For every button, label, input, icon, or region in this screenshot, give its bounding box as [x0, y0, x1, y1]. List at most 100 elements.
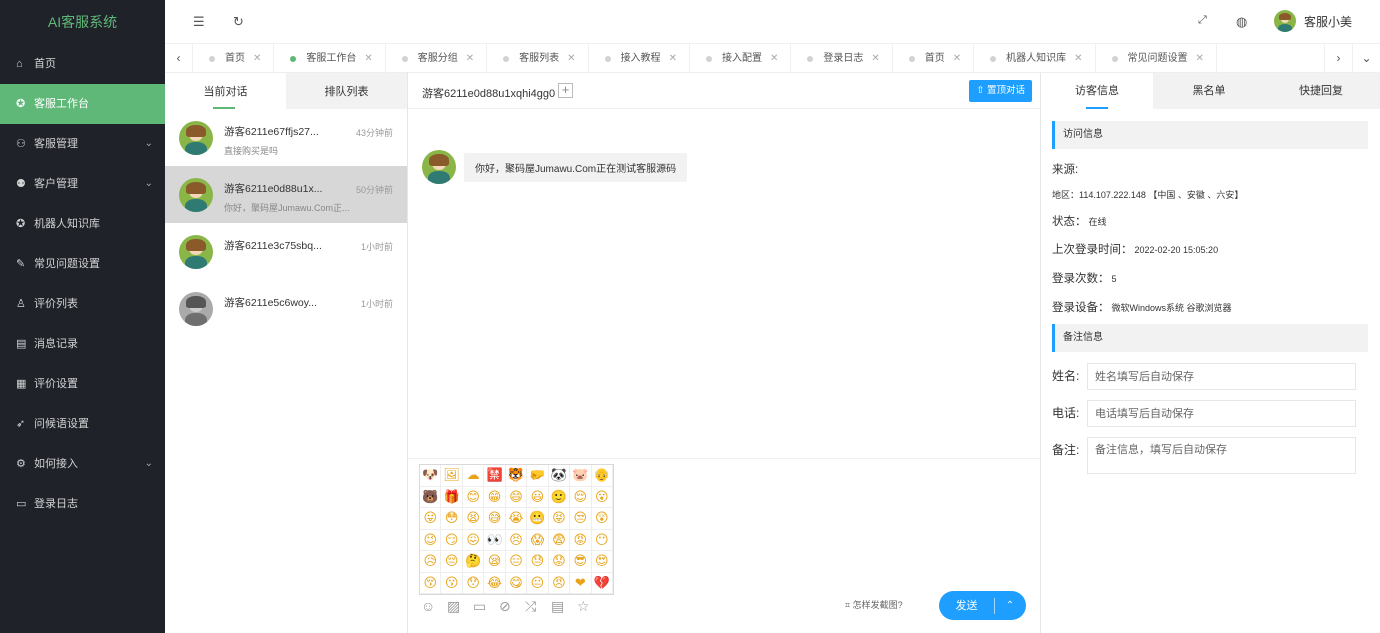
- page-tab[interactable]: 首页 ✕: [893, 44, 975, 73]
- tab-quick-reply[interactable]: 快捷回复: [1265, 73, 1377, 109]
- emoji-option[interactable]: 💔: [591, 572, 613, 594]
- emoji-option[interactable]: 🤛: [527, 465, 549, 487]
- user-menu[interactable]: 客服小美: [1273, 10, 1352, 32]
- emoji-option[interactable]: 😌: [570, 486, 592, 508]
- emoji-option[interactable]: 😍: [591, 551, 613, 573]
- pin-conversation-button[interactable]: ⇧ 置顶对话: [969, 80, 1032, 102]
- close-icon[interactable]: ✕: [953, 44, 961, 73]
- page-tab[interactable]: 机器人知识库 ✕: [974, 44, 1096, 73]
- emoji-option[interactable]: 😚: [420, 572, 442, 594]
- tabs-next-icon[interactable]: ›: [1324, 44, 1352, 73]
- close-icon[interactable]: ✕: [770, 44, 778, 73]
- conversation-item[interactable]: 游客6211e3c75sbq... 1小时前: [165, 223, 407, 280]
- emoji-option[interactable]: 😅: [484, 508, 506, 530]
- page-tab[interactable]: 常见问题设置 ✕: [1096, 44, 1217, 73]
- emoji-option[interactable]: 😶: [591, 529, 613, 551]
- emoji-option[interactable]: 😑: [505, 551, 528, 573]
- emoji-option[interactable]: 🙂: [548, 486, 571, 508]
- emoji-option[interactable]: 😲: [591, 508, 613, 530]
- emoji-option[interactable]: 😛: [420, 508, 442, 530]
- emoji-option[interactable]: 😭: [505, 508, 528, 530]
- sidebar-item[interactable]: ⚇ 客服管理 ⌄: [0, 124, 165, 164]
- folder-icon[interactable]: ▭: [473, 598, 499, 615]
- page-tab[interactable]: 登录日志 ✕: [791, 44, 893, 73]
- emoji-option[interactable]: 😃: [527, 486, 549, 508]
- history-icon[interactable]: ▤: [551, 598, 577, 615]
- emoji-option[interactable]: 😉: [420, 529, 442, 551]
- emoji-option[interactable]: 😋: [505, 572, 528, 594]
- close-icon[interactable]: ✕: [253, 44, 261, 73]
- page-tab[interactable]: 接入教程 ✕: [589, 44, 690, 73]
- sidebar-item[interactable]: ▦ 评价设置: [0, 364, 165, 404]
- phone-field[interactable]: [1087, 400, 1356, 427]
- send-button[interactable]: 发送 ⌃: [939, 591, 1026, 620]
- emoji-option[interactable]: 🐶: [420, 465, 442, 487]
- emoji-option[interactable]: 😪: [484, 551, 506, 573]
- emoji-option[interactable]: 😏: [441, 529, 463, 551]
- fullscreen-icon[interactable]: ⤢: [1198, 14, 1207, 27]
- tab-queue[interactable]: 排队列表: [286, 73, 407, 109]
- emoji-option[interactable]: 😗: [441, 572, 463, 594]
- transfer-icon[interactable]: ⤮: [525, 598, 551, 615]
- conversation-item[interactable]: 游客6211e67ffjs27... 直接购买是吗 43分钟前: [165, 109, 407, 166]
- emoji-option[interactable]: 😝: [548, 508, 571, 530]
- sidebar-item[interactable]: ▤ 消息记录: [0, 324, 165, 364]
- name-field[interactable]: [1087, 363, 1356, 390]
- emoji-option[interactable]: 😨: [548, 529, 571, 551]
- emoji-option[interactable]: 😔: [441, 551, 463, 573]
- page-tab[interactable]: 首页 ✕: [193, 44, 275, 73]
- page-tab[interactable]: 客服分组 ✕: [386, 44, 488, 73]
- emoji-option[interactable]: 😮: [591, 486, 613, 508]
- close-icon[interactable]: ✕: [669, 44, 677, 73]
- image-icon[interactable]: ▨: [447, 598, 473, 615]
- star-icon[interactable]: ☆: [577, 598, 603, 615]
- emoji-option[interactable]: 👀: [484, 529, 506, 551]
- emoji-option[interactable]: 😯: [462, 572, 485, 594]
- close-icon[interactable]: ✕: [466, 44, 474, 73]
- emoji-option[interactable]: 😄: [505, 486, 528, 508]
- sidebar-item[interactable]: ✪ 机器人知识库: [0, 204, 165, 244]
- emoji-option[interactable]: 😡: [570, 529, 592, 551]
- emoji-option[interactable]: 😁: [484, 486, 506, 508]
- emoji-option[interactable]: 😬: [527, 508, 549, 530]
- emoji-option[interactable]: 😐: [527, 572, 549, 594]
- tabs-menu-icon[interactable]: ⌄: [1352, 44, 1380, 73]
- tab-blacklist[interactable]: 黑名单: [1153, 73, 1265, 109]
- tab-visitor-info[interactable]: 访客信息: [1041, 73, 1153, 109]
- emoji-option[interactable]: 😫: [462, 508, 485, 530]
- emoji-option[interactable]: 😠: [548, 572, 571, 594]
- sidebar-item[interactable]: ▭ 登录日志: [0, 484, 165, 524]
- emoji-option[interactable]: 😳: [441, 508, 463, 530]
- conversation-item[interactable]: 游客6211e0d88u1x... 你好，聚码屋Jumawu.Com正... 50分…: [165, 166, 407, 223]
- emoji-option[interactable]: 🤔: [462, 551, 485, 573]
- emoji-option[interactable]: 😟: [548, 551, 571, 573]
- tabs-prev-icon[interactable]: ‹: [165, 44, 193, 73]
- close-icon[interactable]: ✕: [567, 44, 575, 73]
- emoji-option[interactable]: ☁: [462, 465, 485, 487]
- emoji-option[interactable]: 😊: [462, 486, 485, 508]
- emoji-option[interactable]: 🐻: [420, 486, 442, 508]
- sidebar-item[interactable]: ➶ 问候语设置: [0, 404, 165, 444]
- close-icon[interactable]: ✕: [364, 44, 372, 73]
- emoji-option[interactable]: 😓: [527, 551, 549, 573]
- close-icon[interactable]: ✕: [1074, 44, 1082, 73]
- message-editor[interactable]: 🐶 🖼 ☁ 🈲 🐯 🤛 🐼 🐷 👴 🐻 🎁 😊 😁 😄 😃 🙂 😌 😮 😛 😳 😫 😅 😭 😬 😝 😒 😲 😉 😏 😖 👀 😣 😱 😨 😡 😶 😥 😔 🤔 😪…: [408, 458, 1040, 633]
- block-icon[interactable]: ⊘: [499, 598, 525, 615]
- screenshot-tip-link[interactable]: ⌗ 怎样发截图?: [845, 598, 903, 611]
- emoji-option[interactable]: 🐼: [548, 465, 571, 487]
- refresh-icon[interactable]: ↻: [233, 14, 244, 30]
- close-icon[interactable]: ✕: [1196, 44, 1204, 73]
- send-options-icon[interactable]: ⌃: [995, 600, 1025, 611]
- emoji-option[interactable]: 😂: [484, 572, 506, 594]
- emoji-option[interactable]: 😖: [462, 529, 485, 551]
- emoji-option[interactable]: 🈲: [484, 465, 506, 487]
- emoji-option[interactable]: 😎: [570, 551, 592, 573]
- tab-current-conversations[interactable]: 当前对话: [165, 73, 286, 109]
- emoji-option[interactable]: 🐷: [570, 465, 592, 487]
- sidebar-item[interactable]: ⌂ 首页: [0, 44, 165, 84]
- globe-icon[interactable]: ◍: [1236, 14, 1247, 30]
- sidebar-item[interactable]: ✎ 常见问题设置: [0, 244, 165, 284]
- close-icon[interactable]: ✕: [871, 44, 879, 73]
- emoji-icon[interactable]: ☺: [421, 598, 447, 615]
- emoji-option[interactable]: 😒: [570, 508, 592, 530]
